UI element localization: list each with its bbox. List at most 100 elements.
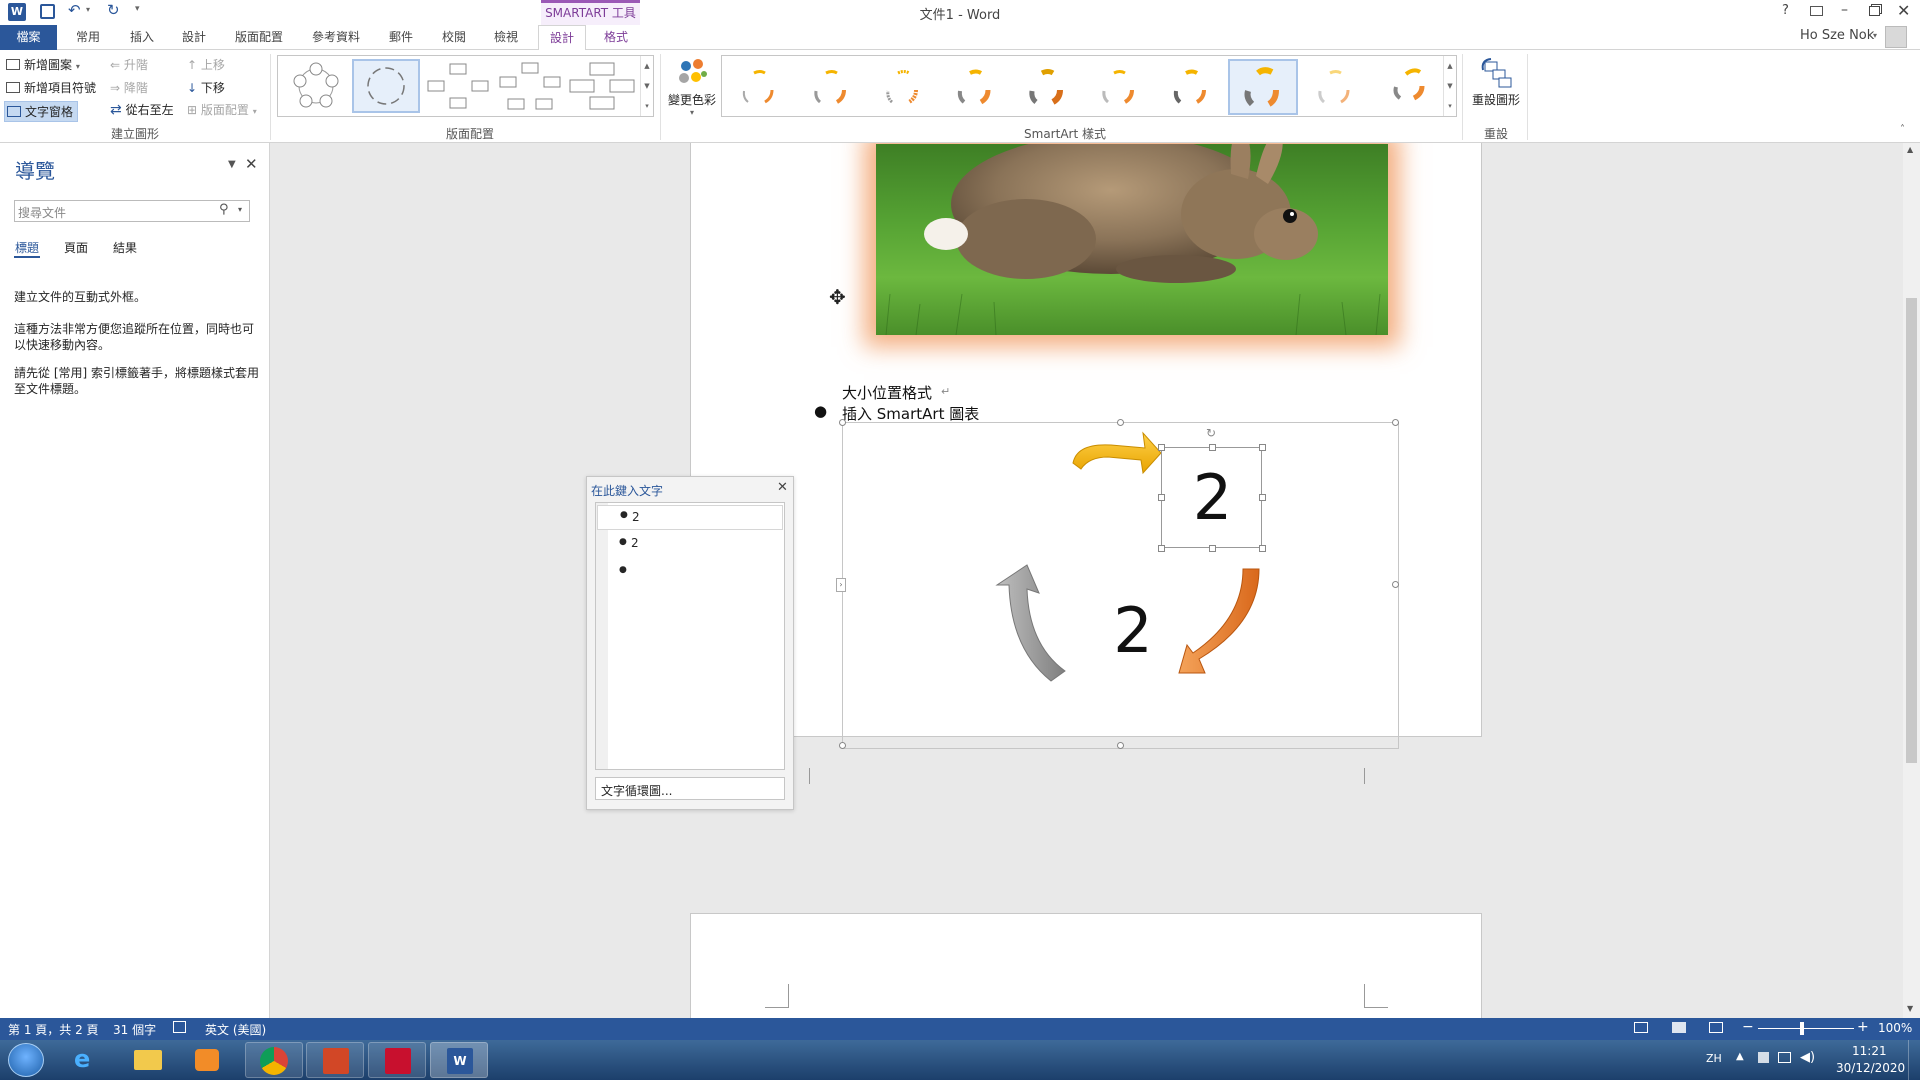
- tray-expand-icon[interactable]: ▲: [1736, 1051, 1744, 1062]
- tab-page-layout[interactable]: 版面配置: [225, 25, 293, 50]
- style-option[interactable]: [1160, 60, 1224, 114]
- right-to-left-button[interactable]: ⇄ 從右至左: [110, 101, 174, 118]
- style-option[interactable]: [872, 60, 936, 114]
- zoom-slider[interactable]: [1758, 1028, 1854, 1029]
- resize-handle[interactable]: [1259, 444, 1266, 451]
- page-count[interactable]: 第 1 頁，共 2 頁: [8, 1021, 99, 1038]
- search-icon[interactable]: ⚲: [219, 202, 229, 217]
- nav-tab-headings[interactable]: 標題: [15, 239, 39, 256]
- taskbar-file-explorer[interactable]: [118, 1042, 176, 1078]
- search-input[interactable]: 搜尋文件: [18, 204, 66, 221]
- smartart-shape-text-bottom[interactable]: 2: [1083, 593, 1183, 669]
- cycle-arrow-yellow[interactable]: [1072, 431, 1162, 475]
- minimize-button[interactable]: –: [1841, 2, 1848, 18]
- collapse-ribbon-icon[interactable]: ˄: [1900, 124, 1905, 135]
- tab-view[interactable]: 檢視: [482, 25, 530, 50]
- customize-qat-icon[interactable]: ▾: [135, 4, 140, 14]
- nav-options-icon[interactable]: ▼: [228, 159, 236, 170]
- nav-tab-pages[interactable]: 頁面: [64, 239, 88, 256]
- read-mode-icon[interactable]: [1634, 1022, 1648, 1033]
- resize-handle[interactable]: [1259, 545, 1266, 552]
- web-layout-icon[interactable]: [1709, 1022, 1723, 1033]
- smartart-frame[interactable]: › ↻ 2 2: [836, 419, 1399, 749]
- style-option[interactable]: [1376, 60, 1440, 114]
- save-icon[interactable]: [40, 4, 55, 19]
- gallery-scroll[interactable]: ▲ ▼ ▾: [640, 56, 653, 116]
- style-option[interactable]: [728, 60, 792, 114]
- proofing-icon[interactable]: [173, 1021, 186, 1033]
- text-cycle-link[interactable]: 文字循環圖...: [601, 782, 672, 799]
- tab-references[interactable]: 參考資料: [300, 25, 372, 50]
- text-pane-row[interactable]: ● 2: [597, 533, 783, 555]
- layout-option[interactable]: [424, 59, 492, 113]
- tab-mailings[interactable]: 郵件: [379, 25, 423, 50]
- zoom-slider-thumb[interactable]: [1800, 1022, 1804, 1035]
- zoom-out-icon[interactable]: −: [1742, 1019, 1754, 1035]
- text-pane-close-icon[interactable]: ✕: [777, 480, 788, 495]
- undo-icon[interactable]: ↶: [68, 1, 81, 19]
- demote-button[interactable]: ⇒ 降階: [110, 79, 148, 96]
- user-name[interactable]: Ho Sze Nok: [1800, 28, 1874, 43]
- document-page[interactable]: [690, 913, 1482, 1018]
- scroll-up-icon[interactable]: ▲: [1907, 145, 1913, 154]
- taskbar-media-player[interactable]: [178, 1042, 236, 1078]
- style-option[interactable]: [1304, 60, 1368, 114]
- help-button[interactable]: ?: [1782, 3, 1789, 18]
- tab-smartart-format[interactable]: 格式: [592, 25, 640, 50]
- undo-dropdown-icon[interactable]: ▾: [86, 5, 90, 14]
- cycle-arrow-gray[interactable]: [995, 564, 1066, 682]
- chevron-down-icon[interactable]: ▾: [238, 205, 242, 214]
- taskbar-word[interactable]: W: [430, 1042, 488, 1078]
- text-pane-item[interactable]: 2: [632, 510, 640, 524]
- tab-design[interactable]: 設計: [170, 25, 218, 50]
- tab-file[interactable]: 檔案: [0, 25, 57, 50]
- rotate-handle-icon[interactable]: ↻: [1206, 426, 1216, 440]
- text-pane-row-selected[interactable]: ● 2: [597, 505, 783, 530]
- layout-option-selected[interactable]: [352, 59, 420, 113]
- text-pane-button[interactable]: 文字窗格: [4, 101, 79, 122]
- gallery-scroll[interactable]: ▲ ▼ ▾: [1443, 56, 1456, 116]
- smartart-shape-selected[interactable]: ↻ 2: [1158, 426, 1266, 552]
- scroll-down-icon[interactable]: ▼: [1907, 1004, 1913, 1013]
- clock-time[interactable]: 11:21: [1852, 1044, 1887, 1058]
- cycle-arrow-orange[interactable]: [1178, 568, 1260, 674]
- close-button[interactable]: ✕: [1897, 1, 1910, 20]
- layout-option[interactable]: [496, 59, 564, 113]
- text-pane-footer[interactable]: 文字循環圖...: [595, 777, 785, 800]
- resize-handle[interactable]: [1158, 444, 1165, 451]
- doc-text-line-2[interactable]: 插入 SmartArt 圖表: [842, 403, 979, 424]
- clock-date[interactable]: 30/12/2020: [1836, 1061, 1905, 1075]
- add-shape-button[interactable]: 新增圖案 ▾: [6, 56, 80, 73]
- layouts-gallery[interactable]: ▲ ▼ ▾: [277, 55, 654, 117]
- tab-review[interactable]: 校閱: [430, 25, 478, 50]
- tab-insert[interactable]: 插入: [118, 25, 166, 50]
- doc-text-line-1[interactable]: 大小位置格式: [842, 382, 932, 403]
- move-down-button[interactable]: ↓ 下移: [187, 79, 225, 96]
- print-layout-icon[interactable]: [1672, 1022, 1686, 1033]
- taskbar-powerpoint[interactable]: [306, 1042, 364, 1078]
- tab-smartart-design[interactable]: 設計: [538, 25, 586, 51]
- smartart-text-pane[interactable]: 在此鍵入文字 ✕ ● 2 ● 2 ● 文字循環圖...: [586, 476, 794, 810]
- user-avatar[interactable]: [1885, 26, 1907, 48]
- nav-close-icon[interactable]: ✕: [245, 155, 258, 173]
- redo-icon[interactable]: ↻: [107, 1, 120, 19]
- layout-option[interactable]: [568, 59, 636, 113]
- language-indicator[interactable]: 英文 (美國): [205, 1021, 266, 1038]
- user-dropdown-icon[interactable]: ▾: [1873, 31, 1877, 40]
- text-pane-row[interactable]: ●: [597, 561, 783, 583]
- reset-graphic-button[interactable]: 重設圖形: [1466, 54, 1526, 120]
- restore-button[interactable]: [1869, 6, 1880, 16]
- smartart-styles-gallery[interactable]: ▲ ▼ ▾: [721, 55, 1457, 117]
- document-page[interactable]: ✥ 大小位置格式 ↵ ● 插入 SmartArt 圖表 › ↻ 2 2: [690, 143, 1482, 784]
- change-colors-button[interactable]: 變更色彩 ▾: [666, 54, 718, 120]
- promote-button[interactable]: ⇐ 升階: [110, 56, 148, 73]
- move-up-button[interactable]: ↑ 上移: [187, 56, 225, 73]
- resize-handle[interactable]: [1158, 545, 1165, 552]
- zoom-level[interactable]: 100%: [1878, 1021, 1912, 1035]
- scroll-thumb[interactable]: [1906, 298, 1917, 763]
- text-pane-editor[interactable]: ● 2 ● 2 ●: [595, 502, 785, 770]
- taskbar-acrobat[interactable]: [368, 1042, 426, 1078]
- word-count[interactable]: 31 個字: [113, 1021, 156, 1038]
- layout-option[interactable]: [282, 59, 350, 113]
- network-icon[interactable]: [1778, 1052, 1791, 1063]
